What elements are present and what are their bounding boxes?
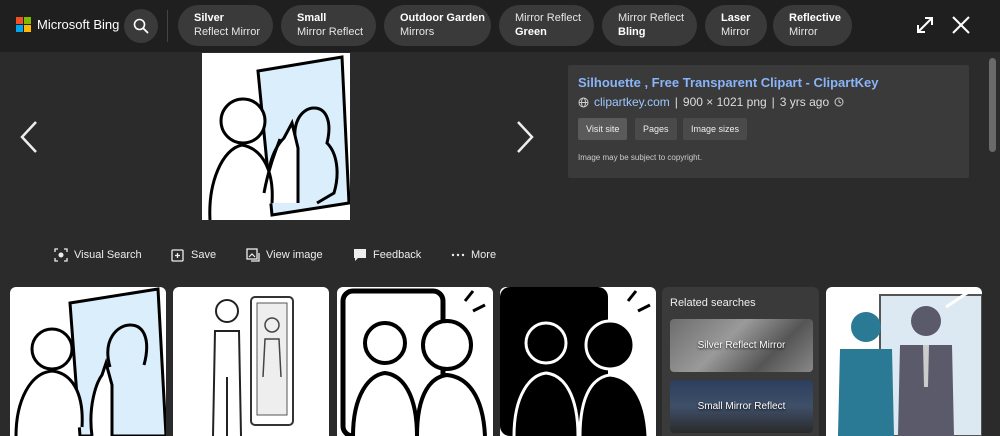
image-detail-view: Silhouette , Free Transparent Clipart - …: [0, 52, 1000, 284]
expand-icon[interactable]: [914, 14, 936, 36]
bing-logo[interactable]: Microsoft Bing: [16, 17, 119, 32]
more-action[interactable]: More: [451, 248, 496, 262]
meta-separator: |: [771, 95, 775, 109]
header-divider: [167, 10, 168, 42]
chip-reflective-mirror[interactable]: Reflective Mirror: [773, 5, 852, 46]
save-icon: [171, 249, 184, 262]
scrollbar-thumb[interactable]: [989, 58, 996, 152]
chip-line-2: Mirrors: [400, 26, 435, 38]
thumbnail-image: [14, 287, 166, 436]
chip-line-2: Green: [515, 26, 547, 38]
feedback-icon: [354, 249, 366, 261]
feedback-action[interactable]: Feedback: [353, 248, 421, 262]
thumbnail-4[interactable]: [500, 287, 656, 436]
image-dimensions: 900 × 1021 png: [682, 95, 767, 109]
action-label: Visual Search: [74, 249, 142, 261]
thumbnail-image: [340, 288, 487, 436]
copyright-notice: Image may be subject to copyright.: [578, 153, 703, 162]
visual-search-action[interactable]: Visual Search: [54, 248, 142, 262]
image-sizes-button[interactable]: Image sizes: [683, 118, 748, 140]
chip-line-1: Silver: [194, 12, 224, 24]
view-image-action[interactable]: View image: [246, 248, 323, 262]
related-search-silver-reflect-mirror[interactable]: Silver Reflect Mirror: [670, 319, 813, 372]
next-arrow-icon[interactable]: [512, 120, 536, 154]
chip-mirror-reflect-bling[interactable]: Mirror Reflect Bling: [602, 5, 697, 46]
save-action[interactable]: Save: [171, 248, 216, 262]
chip-line-2: Mirror: [721, 26, 750, 38]
related-searches-title: Related searches: [670, 297, 756, 309]
globe-icon: [578, 97, 589, 107]
thumbnail-image: [838, 287, 982, 436]
chip-laser-mirror[interactable]: Laser Mirror: [705, 5, 767, 46]
chip-silver-reflect-mirror[interactable]: Silver Reflect Mirror: [178, 5, 273, 46]
related-search-small-mirror-reflect[interactable]: Small Mirror Reflect: [670, 380, 813, 433]
chip-small-mirror-reflect[interactable]: Small Mirror Reflect: [281, 5, 376, 46]
search-button[interactable]: [124, 9, 158, 43]
top-bar: Microsoft Bing Silver Reflect Mirror Sma…: [0, 0, 1000, 52]
chip-mirror-reflect-green[interactable]: Mirror Reflect Green: [499, 5, 594, 46]
action-label: Feedback: [373, 249, 422, 261]
action-label: More: [471, 249, 497, 261]
previous-arrow-icon[interactable]: [18, 120, 42, 154]
thumbnail-2[interactable]: [173, 287, 329, 436]
preview-image[interactable]: [202, 53, 351, 221]
source-site-link[interactable]: clipartkey.com: [594, 95, 670, 109]
thumbnail-image: [500, 287, 651, 436]
related-images-row: Related searches Silver Reflect Mirror S…: [0, 287, 1000, 436]
chip-line-2: Mirror Reflect: [297, 26, 364, 38]
chip-line-1: Laser: [721, 12, 751, 24]
chip-line-2: Reflect Mirror: [194, 26, 261, 38]
view-image-icon: [246, 248, 260, 262]
image-age: 3 yrs ago: [779, 95, 830, 109]
microsoft-logo-icon: [16, 17, 31, 32]
chip-line-1: Mirror Reflect: [515, 12, 582, 24]
thumbnail-5[interactable]: [826, 287, 982, 436]
thumbnail-1[interactable]: [10, 287, 166, 436]
chip-line-1: Reflective: [789, 12, 841, 24]
pages-button[interactable]: Pages: [635, 118, 677, 140]
close-icon[interactable]: [950, 14, 972, 36]
visual-search-icon: [54, 248, 68, 262]
mirror-silhouette-illustration: [208, 55, 351, 221]
chip-line-1: Outdoor Garden: [400, 12, 485, 24]
thumbnail-image: [212, 296, 294, 436]
chip-line-1: Mirror Reflect: [618, 12, 685, 24]
image-info-panel: Silhouette , Free Transparent Clipart - …: [568, 65, 969, 178]
chip-outdoor-garden-mirrors[interactable]: Outdoor Garden Mirrors: [384, 5, 491, 46]
action-label: Save: [191, 249, 217, 261]
related-searches-card: Related searches Silver Reflect Mirror S…: [662, 287, 819, 436]
chip-line-2: Bling: [618, 26, 646, 38]
action-label: View image: [266, 249, 323, 261]
thumbnail-3[interactable]: [337, 287, 493, 436]
meta-separator: |: [674, 95, 678, 109]
history-icon: [834, 97, 844, 107]
chip-line-1: Small: [297, 12, 327, 24]
image-meta: clipartkey.com | 900 × 1021 png | 3 yrs …: [578, 95, 844, 109]
more-icon: [451, 253, 465, 257]
image-action-bar: Visual Search Save View image Feedback M…: [0, 246, 560, 268]
brand-name: Microsoft Bing: [37, 17, 120, 32]
image-title-link[interactable]: Silhouette , Free Transparent Clipart - …: [578, 75, 879, 90]
visit-site-button[interactable]: Visit site: [578, 118, 628, 140]
search-icon: [133, 18, 149, 34]
chip-line-2: Mirror: [789, 26, 818, 38]
